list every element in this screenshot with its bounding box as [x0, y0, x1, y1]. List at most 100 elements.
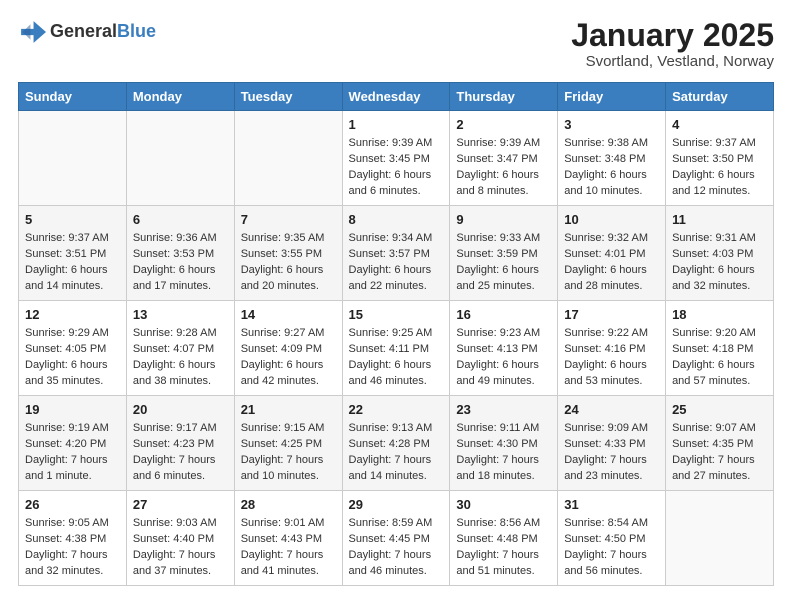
calendar-cell: 1 Sunrise: 9:39 AM Sunset: 3:45 PM Daylig…	[342, 111, 450, 206]
calendar-cell: 5 Sunrise: 9:37 AM Sunset: 3:51 PM Daylig…	[19, 206, 127, 301]
calendar-cell: 15 Sunrise: 9:25 AM Sunset: 4:11 PM Dayli…	[342, 301, 450, 396]
logo: General Blue	[18, 18, 156, 46]
cell-content: Sunrise: 9:32 AM Sunset: 4:01 PM Dayligh…	[564, 231, 659, 295]
calendar-header-row: SundayMondayTuesdayWednesdayThursdayFrid…	[19, 83, 774, 111]
calendar-cell: 13 Sunrise: 9:28 AM Sunset: 4:07 PM Dayli…	[126, 301, 234, 396]
day-number: 19	[25, 401, 120, 419]
logo-text-general: General	[50, 22, 117, 42]
calendar-cell: 31Sunrise: 8:54 AM Sunset: 4:50 PM Dayli…	[558, 490, 666, 585]
day-number: 24	[564, 401, 659, 419]
weekday-header: Sunday	[19, 83, 127, 111]
cell-content: Sunrise: 9:37 AM Sunset: 3:50 PM Dayligh…	[672, 136, 767, 200]
calendar-week-row: 1 Sunrise: 9:39 AM Sunset: 3:45 PM Daylig…	[19, 111, 774, 206]
cell-content: Sunrise: 9:38 AM Sunset: 3:48 PM Dayligh…	[564, 136, 659, 200]
calendar-cell: 19 Sunrise: 9:19 AM Sunset: 4:20 PM Dayli…	[19, 396, 127, 491]
cell-content: Sunrise: 9:11 AM Sunset: 4:30 PM Dayligh…	[456, 421, 551, 485]
cell-content: Sunrise: 9:34 AM Sunset: 3:57 PM Dayligh…	[349, 231, 444, 295]
calendar-cell: 23 Sunrise: 9:11 AM Sunset: 4:30 PM Dayli…	[450, 396, 558, 491]
cell-content: Sunrise: 8:56 AM Sunset: 4:48 PM Dayligh…	[456, 516, 551, 580]
calendar-cell	[234, 111, 342, 206]
cell-content: Sunrise: 9:22 AM Sunset: 4:16 PM Dayligh…	[564, 326, 659, 390]
day-number: 31	[564, 496, 659, 514]
day-number: 4	[672, 116, 767, 134]
calendar-cell: 20 Sunrise: 9:17 AM Sunset: 4:23 PM Dayli…	[126, 396, 234, 491]
calendar-cell: 7 Sunrise: 9:35 AM Sunset: 3:55 PM Daylig…	[234, 206, 342, 301]
day-number: 23	[456, 401, 551, 419]
cell-content: Sunrise: 9:37 AM Sunset: 3:51 PM Dayligh…	[25, 231, 120, 295]
calendar-week-row: 5 Sunrise: 9:37 AM Sunset: 3:51 PM Daylig…	[19, 206, 774, 301]
cell-content: Sunrise: 9:27 AM Sunset: 4:09 PM Dayligh…	[241, 326, 336, 390]
calendar-cell: 18 Sunrise: 9:20 AM Sunset: 4:18 PM Dayli…	[666, 301, 774, 396]
cell-content: Sunrise: 9:07 AM Sunset: 4:35 PM Dayligh…	[672, 421, 767, 485]
day-number: 26	[25, 496, 120, 514]
cell-content: Sunrise: 9:39 AM Sunset: 3:45 PM Dayligh…	[349, 136, 444, 200]
cell-content: Sunrise: 9:28 AM Sunset: 4:07 PM Dayligh…	[133, 326, 228, 390]
calendar-cell	[126, 111, 234, 206]
cell-content: Sunrise: 9:23 AM Sunset: 4:13 PM Dayligh…	[456, 326, 551, 390]
day-number: 7	[241, 211, 336, 229]
calendar-table: SundayMondayTuesdayWednesdayThursdayFrid…	[18, 82, 774, 586]
calendar-cell: 24Sunrise: 9:09 AM Sunset: 4:33 PM Dayli…	[558, 396, 666, 491]
cell-content: Sunrise: 9:31 AM Sunset: 4:03 PM Dayligh…	[672, 231, 767, 295]
day-number: 2	[456, 116, 551, 134]
cell-content: Sunrise: 9:25 AM Sunset: 4:11 PM Dayligh…	[349, 326, 444, 390]
calendar-cell: 2 Sunrise: 9:39 AM Sunset: 3:47 PM Daylig…	[450, 111, 558, 206]
day-number: 17	[564, 306, 659, 324]
cell-content: Sunrise: 9:17 AM Sunset: 4:23 PM Dayligh…	[133, 421, 228, 485]
day-number: 20	[133, 401, 228, 419]
calendar-cell: 12 Sunrise: 9:29 AM Sunset: 4:05 PM Dayli…	[19, 301, 127, 396]
day-number: 29	[349, 496, 444, 514]
calendar-cell: 30 Sunrise: 8:56 AM Sunset: 4:48 PM Dayli…	[450, 490, 558, 585]
day-number: 6	[133, 211, 228, 229]
day-number: 9	[456, 211, 551, 229]
weekday-header: Friday	[558, 83, 666, 111]
cell-content: Sunrise: 9:03 AM Sunset: 4:40 PM Dayligh…	[133, 516, 228, 580]
day-number: 12	[25, 306, 120, 324]
calendar-cell: 26Sunrise: 9:05 AM Sunset: 4:38 PM Dayli…	[19, 490, 127, 585]
calendar-cell: 29Sunrise: 8:59 AM Sunset: 4:45 PM Dayli…	[342, 490, 450, 585]
calendar-cell: 22 Sunrise: 9:13 AM Sunset: 4:28 PM Dayli…	[342, 396, 450, 491]
day-number: 10	[564, 211, 659, 229]
cell-content: Sunrise: 9:29 AM Sunset: 4:05 PM Dayligh…	[25, 326, 120, 390]
calendar-cell: 27 Sunrise: 9:03 AM Sunset: 4:40 PM Dayli…	[126, 490, 234, 585]
weekday-header: Monday	[126, 83, 234, 111]
calendar-cell: 17 Sunrise: 9:22 AM Sunset: 4:16 PM Dayli…	[558, 301, 666, 396]
weekday-header: Saturday	[666, 83, 774, 111]
cell-content: Sunrise: 9:15 AM Sunset: 4:25 PM Dayligh…	[241, 421, 336, 485]
day-number: 8	[349, 211, 444, 229]
calendar-cell: 6Sunrise: 9:36 AM Sunset: 3:53 PM Daylig…	[126, 206, 234, 301]
day-number: 28	[241, 496, 336, 514]
title-block: January 2025 Svortland, Vestland, Norway	[571, 18, 774, 70]
day-number: 30	[456, 496, 551, 514]
page-title: January 2025	[571, 18, 774, 53]
cell-content: Sunrise: 9:13 AM Sunset: 4:28 PM Dayligh…	[349, 421, 444, 485]
calendar-cell: 16 Sunrise: 9:23 AM Sunset: 4:13 PM Dayli…	[450, 301, 558, 396]
calendar-cell: 8 Sunrise: 9:34 AM Sunset: 3:57 PM Daylig…	[342, 206, 450, 301]
day-number: 13	[133, 306, 228, 324]
weekday-header: Thursday	[450, 83, 558, 111]
cell-content: Sunrise: 9:35 AM Sunset: 3:55 PM Dayligh…	[241, 231, 336, 295]
cell-content: Sunrise: 9:39 AM Sunset: 3:47 PM Dayligh…	[456, 136, 551, 200]
day-number: 14	[241, 306, 336, 324]
day-number: 5	[25, 211, 120, 229]
day-number: 16	[456, 306, 551, 324]
day-number: 18	[672, 306, 767, 324]
page-container: General Blue January 2025 Svortland, Ves…	[0, 0, 792, 596]
weekday-header: Wednesday	[342, 83, 450, 111]
header: General Blue January 2025 Svortland, Ves…	[18, 18, 774, 70]
cell-content: Sunrise: 9:19 AM Sunset: 4:20 PM Dayligh…	[25, 421, 120, 485]
day-number: 22	[349, 401, 444, 419]
day-number: 1	[349, 116, 444, 134]
calendar-cell: 21Sunrise: 9:15 AM Sunset: 4:25 PM Dayli…	[234, 396, 342, 491]
calendar-week-row: 12 Sunrise: 9:29 AM Sunset: 4:05 PM Dayli…	[19, 301, 774, 396]
calendar-week-row: 26Sunrise: 9:05 AM Sunset: 4:38 PM Dayli…	[19, 490, 774, 585]
calendar-cell: 11 Sunrise: 9:31 AM Sunset: 4:03 PM Dayli…	[666, 206, 774, 301]
day-number: 11	[672, 211, 767, 229]
cell-content: Sunrise: 9:01 AM Sunset: 4:43 PM Dayligh…	[241, 516, 336, 580]
day-number: 27	[133, 496, 228, 514]
cell-content: Sunrise: 9:20 AM Sunset: 4:18 PM Dayligh…	[672, 326, 767, 390]
day-number: 25	[672, 401, 767, 419]
calendar-week-row: 19 Sunrise: 9:19 AM Sunset: 4:20 PM Dayli…	[19, 396, 774, 491]
day-number: 15	[349, 306, 444, 324]
weekday-header: Tuesday	[234, 83, 342, 111]
